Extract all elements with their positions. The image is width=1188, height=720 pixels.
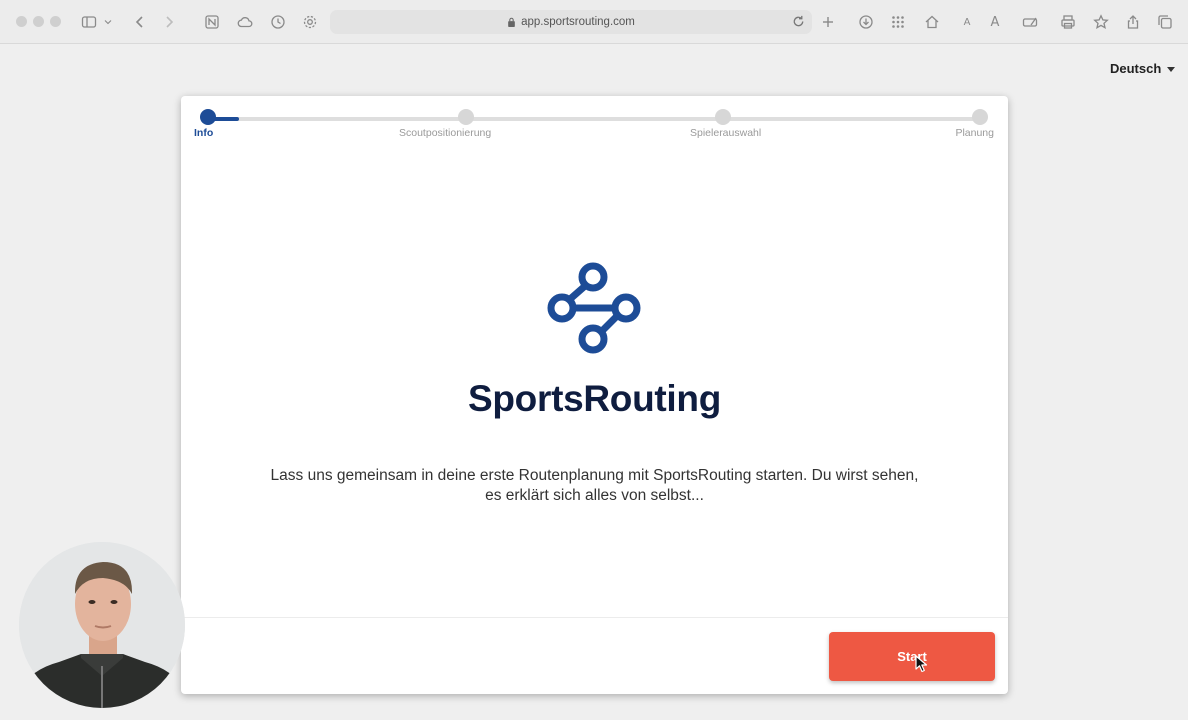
reload-icon[interactable] bbox=[791, 14, 806, 29]
step-dot-planung[interactable] bbox=[972, 109, 988, 125]
sportsrouting-logo-icon bbox=[547, 262, 641, 354]
chevron-down-icon[interactable] bbox=[102, 12, 114, 32]
forward-icon[interactable] bbox=[159, 12, 179, 32]
language-label: Deutsch bbox=[1110, 61, 1162, 76]
step-dot-spielerauswahl[interactable] bbox=[715, 109, 731, 125]
text-larger-icon[interactable]: A bbox=[985, 12, 1005, 32]
cloud-icon[interactable] bbox=[235, 12, 255, 32]
close-window-button[interactable] bbox=[16, 16, 27, 27]
intro-text: Lass uns gemeinsam in deine erste Routen… bbox=[235, 466, 954, 506]
tabs-icon[interactable] bbox=[1155, 12, 1175, 32]
address-bar[interactable]: app.sportsrouting.com bbox=[330, 10, 812, 34]
start-button[interactable]: Start bbox=[829, 632, 995, 681]
step-label-planung[interactable]: Planung bbox=[955, 127, 994, 139]
step-label-spielerauswahl[interactable]: Spielerauswahl bbox=[690, 127, 761, 139]
download-icon[interactable] bbox=[856, 12, 876, 32]
edit-icon[interactable] bbox=[1020, 12, 1040, 32]
lock-icon bbox=[508, 17, 515, 27]
share-icon[interactable] bbox=[1123, 12, 1143, 32]
onboarding-card: Info Scoutpositionierung Spielerauswahl … bbox=[181, 96, 1008, 694]
step-dot-scoutpositionierung[interactable] bbox=[458, 109, 474, 125]
language-select[interactable]: Deutsch bbox=[1110, 61, 1176, 76]
new-tab-icon[interactable] bbox=[818, 12, 838, 32]
star-icon[interactable] bbox=[1091, 12, 1111, 32]
print-icon[interactable] bbox=[1058, 12, 1078, 32]
caret-down-icon bbox=[1167, 66, 1176, 72]
step-label-info[interactable]: Info bbox=[194, 127, 213, 139]
url-text: app.sportsrouting.com bbox=[521, 16, 635, 28]
home-icon[interactable] bbox=[922, 12, 942, 32]
intro-line-2: es erklärt sich alles von selbst... bbox=[485, 487, 704, 504]
text-smaller-icon[interactable]: A bbox=[957, 12, 977, 32]
presenter-video bbox=[19, 542, 185, 708]
gear-icon[interactable] bbox=[300, 12, 320, 32]
browser-toolbar: app.sportsrouting.com A A bbox=[0, 0, 1188, 44]
footer-divider bbox=[181, 617, 1008, 618]
sidebar-icon[interactable] bbox=[79, 12, 99, 32]
minimize-window-button[interactable] bbox=[33, 16, 44, 27]
webcam-overlay bbox=[19, 542, 185, 708]
grid-icon[interactable] bbox=[888, 12, 908, 32]
back-icon[interactable] bbox=[130, 12, 150, 32]
mouse-cursor-icon bbox=[915, 655, 928, 673]
zoom-window-button[interactable] bbox=[50, 16, 61, 27]
notion-icon[interactable] bbox=[202, 12, 222, 32]
step-label-scoutpositionierung[interactable]: Scoutpositionierung bbox=[399, 127, 491, 139]
step-dot-info[interactable] bbox=[200, 109, 216, 125]
progress-track bbox=[208, 117, 980, 121]
intro-line-1: Lass uns gemeinsam in deine erste Routen… bbox=[270, 467, 919, 484]
brand-name: SportsRouting bbox=[467, 378, 721, 419]
history-icon[interactable] bbox=[268, 12, 288, 32]
